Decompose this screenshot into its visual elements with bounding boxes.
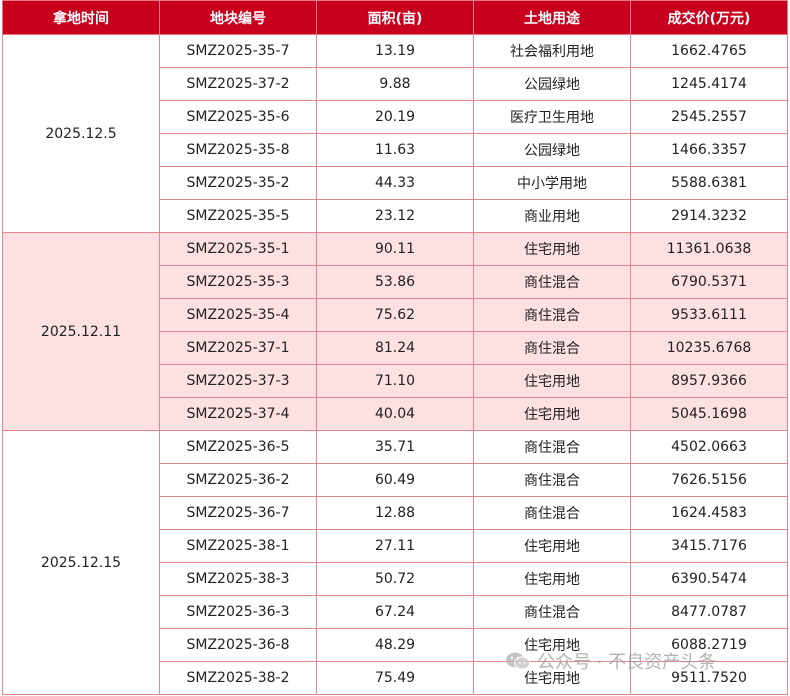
cell-land-use: 社会福利用地 [473, 34, 631, 68]
cell-parcel-id: SMZ2025-38-3 [159, 562, 317, 596]
cell-land-use: 中小学用地 [473, 166, 631, 200]
cell-price: 7626.5156 [630, 463, 788, 497]
cell-land-use: 商业用地 [473, 199, 631, 233]
cell-area: 11.63 [316, 133, 474, 167]
cell-area: 90.11 [316, 232, 474, 266]
cell-price: 2545.2557 [630, 100, 788, 134]
watermark: 公众号 · 不良资产头条 [505, 648, 716, 674]
cell-price: 1624.4583 [630, 496, 788, 530]
cell-area: 48.29 [316, 628, 474, 662]
table-row: 2025.12.15 SMZ2025-36-5 35.71 商住混合 4502.0663 [2, 430, 788, 695]
cell-date: 2025.12.5 [2, 34, 160, 233]
cell-price: 8957.9366 [630, 364, 788, 398]
cell-parcel-id: SMZ2025-35-3 [159, 265, 317, 299]
cell-area: 60.49 [316, 463, 474, 497]
cell-date: 2025.12.11 [2, 232, 160, 431]
watermark-text: 公众号 · 不良资产头条 [537, 652, 717, 673]
cell-price: 10235.6768 [630, 331, 788, 365]
header-land-use: 土地用途 [473, 0, 631, 35]
header-price: 成交价(万元) [630, 0, 788, 35]
cell-land-use: 商住混合 [473, 298, 631, 332]
cell-parcel-id: SMZ2025-35-2 [159, 166, 317, 200]
cell-price: 5588.6381 [630, 166, 788, 200]
cell-area: 75.62 [316, 298, 474, 332]
cell-land-use: 住宅用地 [473, 562, 631, 596]
cell-price: 8477.0787 [630, 595, 788, 629]
cell-parcel-id: SMZ2025-37-4 [159, 397, 317, 431]
cell-price: 9533.6111 [630, 298, 788, 332]
cell-land-use: 商住混合 [473, 331, 631, 365]
cell-parcel-id: SMZ2025-35-8 [159, 133, 317, 167]
cell-area: 35.71 [316, 430, 474, 464]
cell-area: 44.33 [316, 166, 474, 200]
table-row: 2025.12.5 SMZ2025-35-7 13.19 社会福利用地 1662.476… [2, 34, 788, 233]
cell-price: 1662.4765 [630, 34, 788, 68]
cell-price: 4502.0663 [630, 430, 788, 464]
cell-area: 9.88 [316, 67, 474, 101]
cell-price: 2914.3232 [630, 199, 788, 233]
cell-parcel-id: SMZ2025-37-1 [159, 331, 317, 365]
cell-area: 75.49 [316, 661, 474, 695]
cell-parcel-id: SMZ2025-37-3 [159, 364, 317, 398]
cell-land-use: 公园绿地 [473, 67, 631, 101]
cell-date: 2025.12.15 [2, 430, 160, 695]
cell-parcel-id: SMZ2025-36-5 [159, 430, 317, 464]
land-transaction-table: 拿地时间 地块编号 面积(亩) 土地用途 成交价(万元) 2025.12.5 SM… [2, 0, 788, 695]
cell-land-use: 住宅用地 [473, 397, 631, 431]
cell-area: 23.12 [316, 199, 474, 233]
cell-parcel-id: SMZ2025-38-1 [159, 529, 317, 563]
table-header: 拿地时间 地块编号 面积(亩) 土地用途 成交价(万元) [2, 0, 788, 35]
header-parcel-id: 地块编号 [159, 0, 317, 35]
cell-parcel-id: SMZ2025-35-1 [159, 232, 317, 266]
cell-land-use: 商住混合 [473, 265, 631, 299]
cell-parcel-id: SMZ2025-37-2 [159, 67, 317, 101]
cell-area: 53.86 [316, 265, 474, 299]
cell-price: 11361.0638 [630, 232, 788, 266]
cell-area: 27.11 [316, 529, 474, 563]
wechat-icon [506, 652, 530, 670]
cell-land-use: 商住混合 [473, 430, 631, 464]
cell-parcel-id: SMZ2025-36-7 [159, 496, 317, 530]
cell-land-use: 商住混合 [473, 463, 631, 497]
cell-price: 6790.5371 [630, 265, 788, 299]
cell-area: 20.19 [316, 100, 474, 134]
header-row: 拿地时间 地块编号 面积(亩) 土地用途 成交价(万元) [2, 0, 788, 35]
cell-parcel-id: SMZ2025-35-6 [159, 100, 317, 134]
cell-area: 12.88 [316, 496, 474, 530]
cell-price: 5045.1698 [630, 397, 788, 431]
cell-land-use: 住宅用地 [473, 232, 631, 266]
cell-price: 3415.7176 [630, 529, 788, 563]
cell-land-use: 商住混合 [473, 595, 631, 629]
cell-land-use: 公园绿地 [473, 133, 631, 167]
table-row: 2025.12.11 SMZ2025-35-1 90.11 住宅用地 11361.063… [2, 232, 788, 431]
table-body: 2025.12.5 SMZ2025-35-7 13.19 社会福利用地 1662.476… [2, 34, 788, 695]
cell-price: 1245.4174 [630, 67, 788, 101]
cell-area: 67.24 [316, 595, 474, 629]
cell-land-use: 住宅用地 [473, 364, 631, 398]
cell-parcel-id: SMZ2025-35-4 [159, 298, 317, 332]
cell-land-use: 医疗卫生用地 [473, 100, 631, 134]
cell-area: 40.04 [316, 397, 474, 431]
cell-price: 1466.3357 [630, 133, 788, 167]
header-area: 面积(亩) [316, 0, 474, 35]
cell-parcel-id: SMZ2025-36-2 [159, 463, 317, 497]
cell-area: 13.19 [316, 34, 474, 68]
header-date: 拿地时间 [2, 0, 160, 35]
cell-parcel-id: SMZ2025-38-2 [159, 661, 317, 695]
cell-area: 81.24 [316, 331, 474, 365]
cell-parcel-id: SMZ2025-35-5 [159, 199, 317, 233]
cell-area: 71.10 [316, 364, 474, 398]
cell-price: 6390.5474 [630, 562, 788, 596]
cell-area: 50.72 [316, 562, 474, 596]
cell-parcel-id: SMZ2025-36-3 [159, 595, 317, 629]
cell-parcel-id: SMZ2025-35-7 [159, 34, 317, 68]
cell-parcel-id: SMZ2025-36-8 [159, 628, 317, 662]
cell-land-use: 住宅用地 [473, 529, 631, 563]
cell-land-use: 商住混合 [473, 496, 631, 530]
